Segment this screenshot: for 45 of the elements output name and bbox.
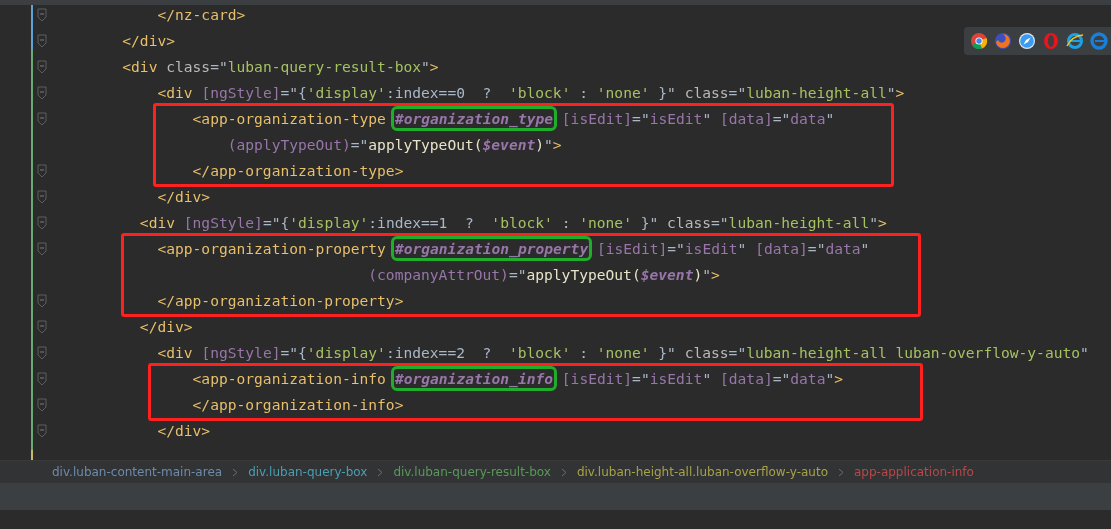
code-line: </nz-card> — [156, 5, 246, 25]
breadcrumb-item[interactable]: div.luban-height-all.luban-overflow-y-auto — [576, 465, 828, 479]
fold-icon[interactable] — [37, 164, 47, 178]
code-line: </div> — [121, 31, 175, 51]
fold-icon[interactable] — [37, 320, 47, 334]
browser-icon[interactable] — [994, 32, 1012, 50]
code-line: <div class="luban-query-result-box"> — [121, 57, 439, 77]
fold-icon[interactable] — [37, 346, 47, 360]
browser-icon[interactable] — [1066, 32, 1084, 50]
code-line: </app-organization-info> — [191, 395, 404, 415]
breadcrumb-item[interactable]: div.luban-query-box — [248, 465, 368, 479]
fold-icon[interactable] — [37, 34, 47, 48]
code-line: </app-organization-property> — [156, 291, 404, 311]
fold-icon[interactable] — [37, 242, 47, 256]
fold-icon[interactable] — [37, 60, 47, 74]
code-line: </div> — [156, 421, 211, 441]
fold-icon[interactable] — [37, 424, 47, 438]
fold-icon[interactable] — [37, 398, 47, 412]
fold-icon[interactable] — [37, 86, 47, 100]
fold-icon[interactable] — [37, 190, 47, 204]
chevron-icon — [232, 467, 239, 477]
breadcrumb-item[interactable]: div.luban-content-main-area — [52, 465, 223, 479]
fold-icon[interactable] — [37, 112, 47, 126]
code-line: <app-organization-type #organization_type [isEdit]="isEdit" [data]="data" — [52, 109, 835, 129]
chevron-icon — [560, 467, 567, 477]
chevron-icon — [377, 467, 384, 477]
code-line: <div [ngStyle]="{'display':index==1 ? 'block' : 'none' }" class="luban-height-all"> — [138, 213, 887, 233]
breadcrumb-item[interactable]: div.luban-query-result-box — [393, 465, 551, 479]
code-line: (companyAttrOut)="applyTypeOut($event)"> — [367, 265, 720, 285]
browser-icon[interactable] — [1018, 32, 1036, 50]
code-line: <app-organization-property #organization_property [isEdit]="isEdit" [data]="data" — [52, 239, 870, 259]
code-line: </div> — [138, 317, 193, 337]
fold-icon[interactable] — [37, 294, 47, 308]
fold-icon[interactable] — [37, 216, 47, 230]
browser-icon[interactable] — [970, 32, 988, 50]
chevron-icon — [838, 467, 844, 477]
code-line: <div [ngStyle]="{'display':index==2 ? 'block' : 'none' }" class="luban-height-all luban-overflow-y-auto" — [156, 343, 1089, 363]
code-line: </div> — [156, 187, 211, 207]
fold-icon[interactable] — [37, 8, 47, 22]
code-line: </app-organization-type> — [191, 161, 404, 181]
fold-icon[interactable] — [37, 372, 47, 386]
code-line: <app-organization-info #organization_info [isEdit]="isEdit" [data]="data"> — [52, 369, 844, 389]
code-line: <div [ngStyle]="{'display':index==0 ? 'block' : 'none' }" class="luban-height-all"> — [156, 83, 905, 103]
code-line: (applyTypeOut)="applyTypeOut($event)"> — [226, 135, 562, 155]
breadcrumb-item[interactable]: app-application-info — [854, 465, 974, 479]
